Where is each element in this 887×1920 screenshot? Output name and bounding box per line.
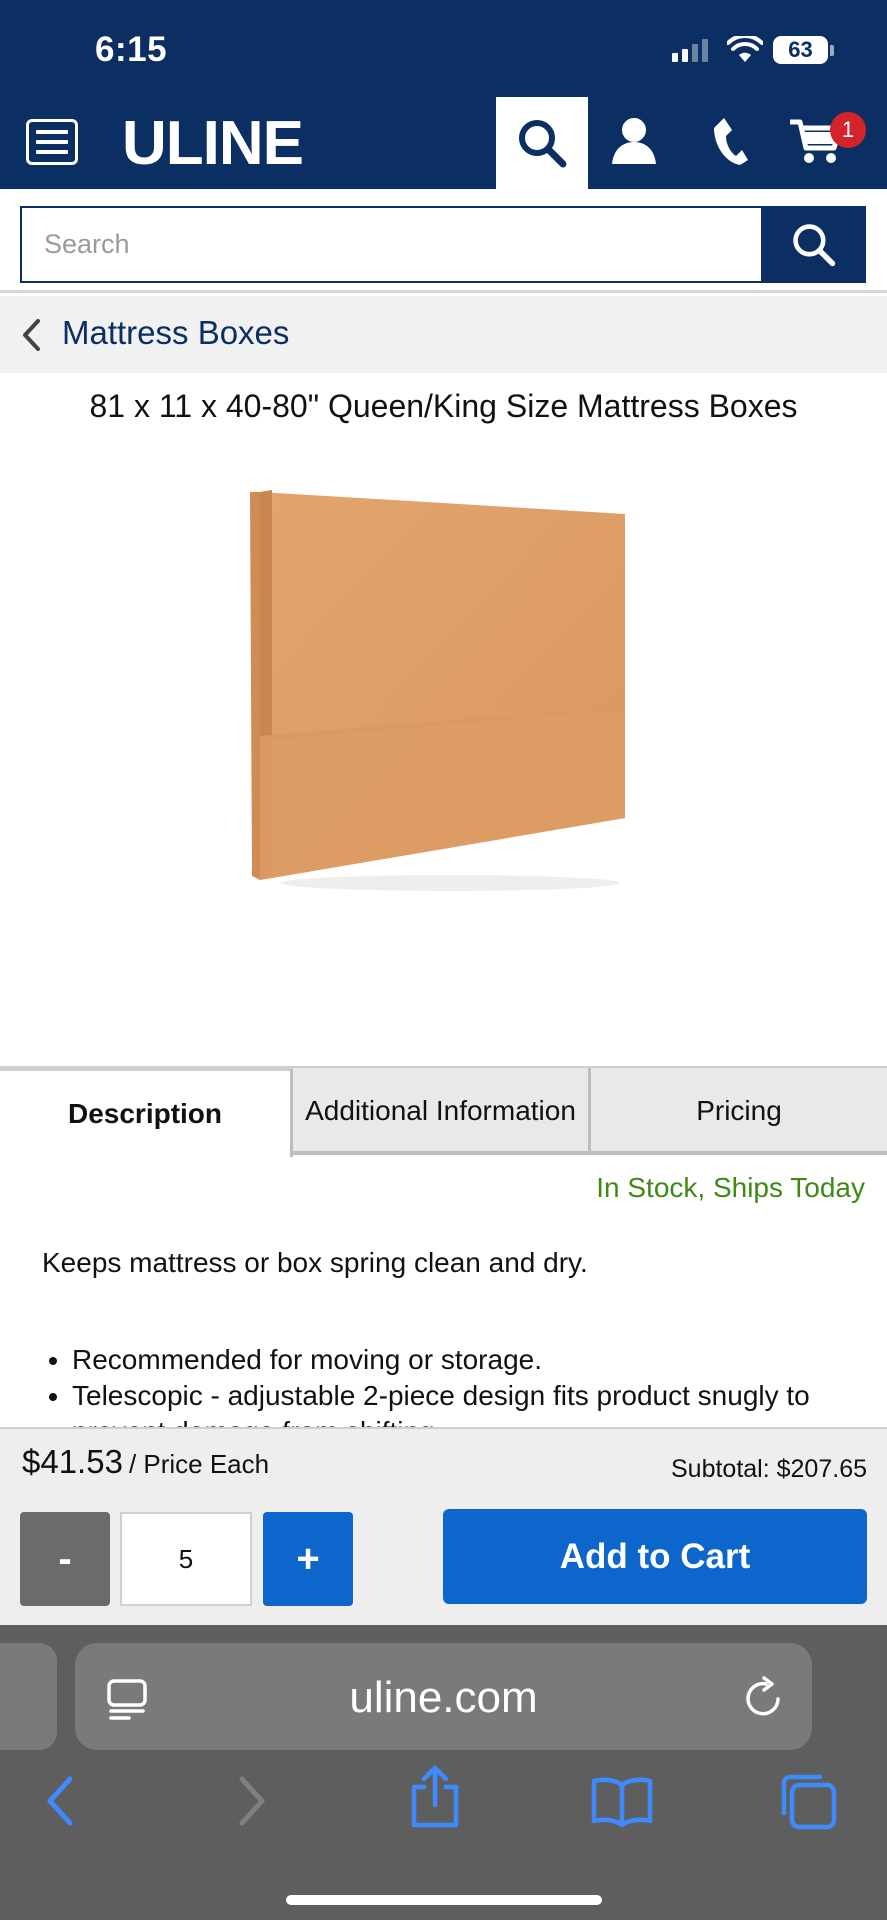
battery-indicator: 63 [773,36,828,64]
reload-icon[interactable] [742,1675,786,1721]
tab-pricing[interactable]: Pricing [591,1068,887,1153]
search-input[interactable] [20,206,762,283]
quantity-decrease-button[interactable]: - [20,1512,110,1606]
product-title: 81 x 11 x 40-80" Queen/King Size Mattres… [89,388,798,424]
url-text[interactable]: uline.com [75,1673,812,1723]
quantity-input[interactable] [120,1512,252,1606]
menu-button[interactable] [26,119,78,165]
home-indicator[interactable] [286,1895,602,1905]
bookmarks-icon[interactable] [590,1775,654,1827]
breadcrumb-label[interactable]: Mattress Boxes [62,314,289,352]
battery-nub [830,45,834,56]
phone-icon [714,118,748,165]
chevron-left-icon [23,319,40,351]
back-icon[interactable] [42,1773,78,1829]
status-time: 6:15 [95,30,168,69]
quantity-increase-button[interactable]: + [263,1512,353,1606]
list-item: Recommended for moving or storage. [72,1342,852,1378]
uline-logo[interactable]: ULINE [122,108,304,179]
search-bar [0,189,887,293]
breadcrumb[interactable]: Mattress Boxes [0,296,887,373]
browser-toolbar: uline.com [0,1625,887,1920]
user-icon [612,118,656,164]
account-button[interactable] [604,110,664,170]
share-icon[interactable] [408,1765,462,1829]
unit-price: $41.53/ Price Each [22,1443,269,1481]
tabs-icon[interactable] [778,1771,838,1831]
forward-icon[interactable] [234,1773,270,1829]
cellular-signal-icon [672,38,708,62]
search-icon [519,120,567,168]
tab-description[interactable]: Description [0,1068,293,1157]
product-tabs: Description Additional Information Prici… [0,1066,887,1157]
call-button[interactable] [696,110,756,170]
wifi-icon [726,33,764,69]
add-to-cart-button[interactable]: Add to Cart [443,1509,867,1604]
cart-count-badge: 1 [830,112,866,148]
description-lead: Keeps mattress or box spring clean and d… [42,1247,588,1278]
price-value: $41.53 [22,1443,123,1480]
stock-status: In Stock, Ships Today [596,1172,865,1203]
subtotal: Subtotal: $207.65 [671,1455,867,1483]
purchase-panel: $41.53/ Price Each Subtotal: $207.65 - +… [0,1427,887,1625]
header-search-button[interactable] [496,97,588,189]
address-bar[interactable]: uline.com [75,1643,812,1750]
product-image [250,490,625,891]
search-submit-button[interactable] [761,206,866,283]
tab-additional-information[interactable]: Additional Information [293,1068,591,1153]
previous-tab-peek[interactable] [0,1643,57,1750]
search-icon [792,223,835,266]
price-unit: / Price Each [128,1449,270,1479]
